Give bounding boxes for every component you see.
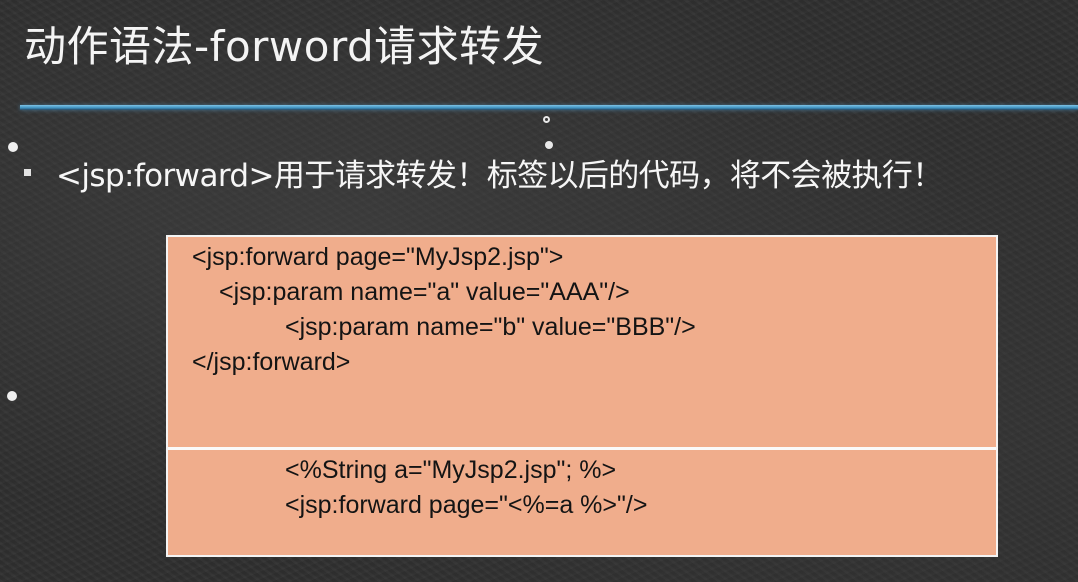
title-divider — [20, 105, 1078, 110]
pointer-ring-icon — [543, 116, 550, 123]
code-section-scriptlet: <%String a="MyJsp2.jsp"; %> <jsp:forward… — [168, 450, 996, 555]
code-line: </jsp:forward> — [192, 348, 351, 376]
bullet-text: <jsp:forward>用于请求转发！标签以后的代码，将不会被执行！ — [56, 157, 943, 194]
bullet-item: <jsp:forward>用于请求转发！标签以后的代码，将不会被执行！ — [24, 150, 1078, 194]
code-line: <jsp:forward page="<%=a %>"/> — [285, 491, 648, 519]
code-example-box: <jsp:forward page="MyJsp2.jsp"> <jsp:par… — [166, 235, 998, 557]
pointer-dot-icon — [545, 141, 553, 149]
round-bullet-icon — [8, 142, 18, 152]
code-line: <jsp:param name="a" value="AAA"/> — [219, 278, 630, 306]
code-line: <%String a="MyJsp2.jsp"; %> — [285, 456, 617, 484]
slide-title: 动作语法-forword请求转发 — [24, 22, 545, 71]
code-section-tag-syntax: <jsp:forward page="MyJsp2.jsp"> <jsp:par… — [168, 237, 996, 450]
square-bullet-icon — [24, 168, 31, 176]
round-bullet-icon — [7, 391, 17, 401]
code-line: <jsp:param name="b" value="BBB"/> — [285, 313, 696, 341]
code-line: <jsp:forward page="MyJsp2.jsp"> — [192, 243, 564, 271]
